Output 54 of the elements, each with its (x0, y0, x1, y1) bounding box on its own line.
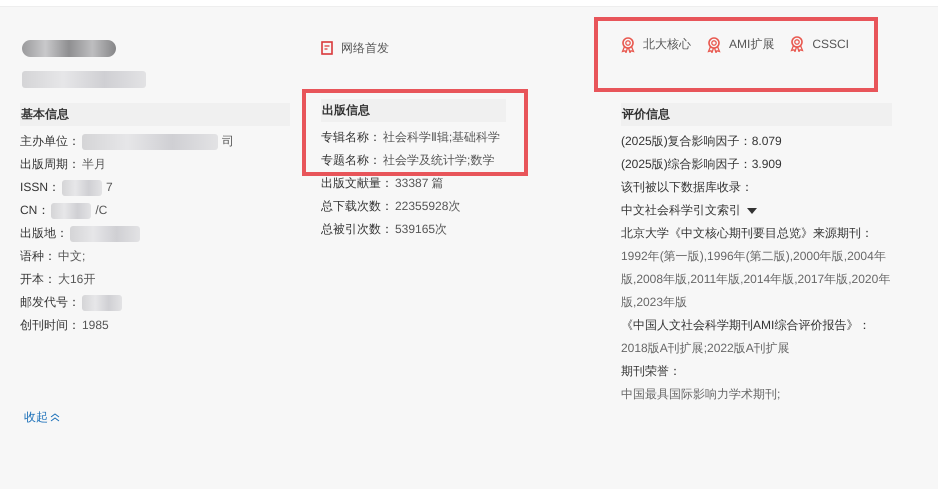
field-label: ISSN： (20, 179, 60, 196)
info-text: 北京大学《中文核心期刊要目总览》来源期刊： (621, 225, 874, 242)
field-value: 33387 篇 (395, 175, 444, 192)
section-title: 出版信息 (321, 99, 506, 122)
field-value: 大16开 (58, 271, 96, 288)
redacted-block (70, 226, 140, 242)
field-label: 语种： (20, 248, 56, 265)
field-label: 主办单位： (20, 133, 80, 150)
field-value: 1985 (82, 317, 109, 334)
badge-label: 北大核心 (643, 36, 691, 53)
field-value: 社会科学Ⅱ辑;基础科学 (383, 129, 500, 146)
redacted-block (62, 180, 102, 196)
field-label: 专辑名称： (321, 129, 381, 146)
section-title: 评价信息 (621, 103, 892, 126)
badge-label: AMI扩展 (729, 36, 774, 53)
award-icon (621, 36, 635, 52)
info-text: 中国最具国际影响力学术期刊; (621, 386, 782, 403)
info-text: 《中国人文社会科学期刊AMI综合评价报告》： (621, 317, 872, 334)
field-value: 司 (222, 133, 234, 150)
collapse-link[interactable]: 收起 (24, 409, 60, 426)
field-value: 中文; (58, 248, 86, 265)
field-label: 出版文献量： (321, 175, 393, 192)
field-value: 22355928次 (395, 198, 460, 215)
field-value: 半月 (82, 156, 106, 173)
field-label: 出版地： (20, 225, 68, 242)
info-text: (2025版)复合影响因子：8.079 (621, 133, 783, 150)
field-label: 开本： (20, 271, 56, 288)
field-value: 社会学及统计学;数学 (383, 152, 494, 169)
info-text: 1992年(第一版),1996年(第二版),2000年版,2004年版,2008年版,2011年版,2014年版,2017年版,2020年版,2023年版 (621, 248, 892, 311)
info-text: 该刊被以下数据库收录： (621, 179, 754, 196)
caret-icon (747, 208, 757, 214)
info-text: 2018版A刊扩展;2022版A刊扩展 (621, 340, 791, 357)
database-dropdown[interactable]: 中文社会科学引文索引 (621, 199, 757, 222)
field-label: 创刊时间： (20, 317, 80, 334)
field-label: 出版周期： (20, 156, 80, 173)
section-title: 基本信息 (20, 103, 290, 126)
first-online-label: 网络首发 (341, 40, 389, 56)
redacted-block (51, 202, 92, 218)
info-text: 期刊荣誉： (621, 363, 682, 380)
field-label: 总被引次数： (321, 221, 393, 238)
award-icon (790, 36, 804, 52)
redacted-block (82, 294, 122, 310)
field-label: 总下载次数： (321, 198, 393, 215)
field-label: 专题名称： (321, 152, 381, 169)
field-value: 539165次 (395, 221, 448, 238)
info-text: (2025版)综合影响因子：3.909 (621, 156, 783, 173)
badge-label: CSSCI (812, 37, 850, 51)
field-label: 邮发代号： (20, 294, 80, 311)
document-icon (321, 41, 333, 55)
award-icon (707, 36, 721, 52)
field-value: /C (95, 202, 108, 219)
field-value: 7 (106, 179, 113, 196)
field-label: CN： (20, 202, 50, 219)
chevron-up-icon (50, 413, 60, 422)
